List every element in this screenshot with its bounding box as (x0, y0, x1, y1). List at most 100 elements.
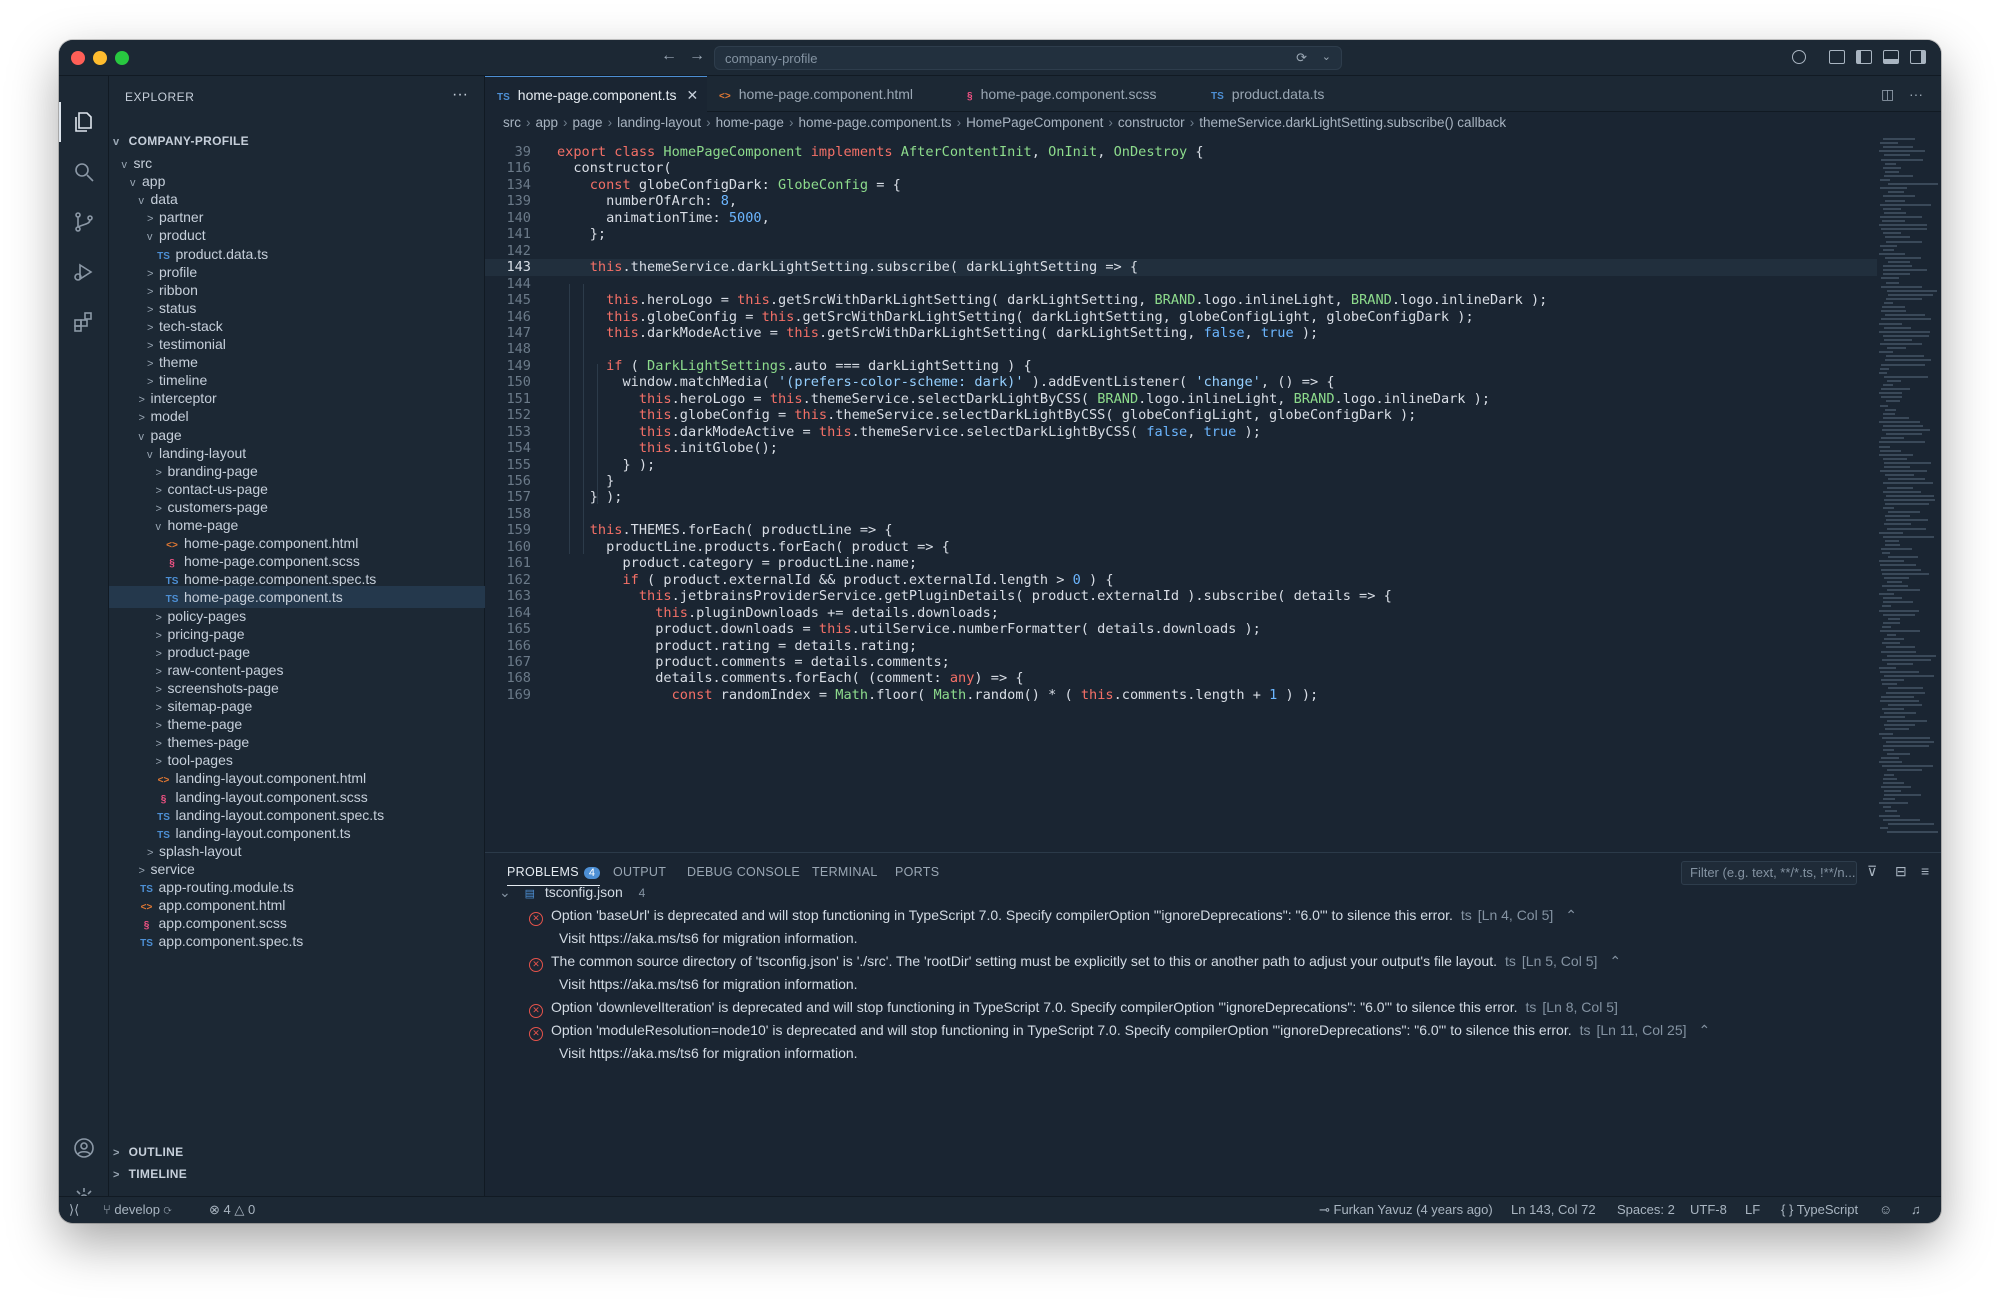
breadcrumb-item[interactable]: HomePageComponent (966, 115, 1103, 130)
collapse-all-icon[interactable]: ⊟ (1895, 863, 1907, 880)
minimize-window-button[interactable] (93, 51, 107, 65)
code-line[interactable]: 164 this.pluginDownloads += details.down… (485, 605, 1877, 621)
source-control-icon[interactable] (72, 210, 96, 234)
tab-debug-console[interactable]: DEBUG CONSOLE (687, 865, 800, 879)
workspace-root[interactable]: v COMPANY-PROFILE (109, 130, 485, 152)
more-actions-icon[interactable]: ··· (452, 86, 468, 104)
tab-home-page-component-ts[interactable]: TS home-page.component.ts ✕ (485, 76, 707, 112)
code-line[interactable]: 149 if ( DarkLightSettings.auto === dark… (485, 358, 1877, 374)
copilot-icon[interactable]: ⟳ (1296, 50, 1307, 66)
code-line[interactable]: 165 product.downloads = this.utilService… (485, 621, 1877, 637)
accounts-icon[interactable] (72, 1136, 96, 1160)
problem-item[interactable]: ✕ The common source directory of 'tsconfi… (529, 950, 1621, 973)
code-line[interactable]: 116 constructor( (485, 160, 1877, 176)
breadcrumb-item[interactable]: landing-layout (617, 115, 701, 130)
code-line[interactable]: 153 this.darkModeActive = this.themeServ… (485, 424, 1877, 440)
run-debug-icon[interactable] (72, 260, 96, 284)
code-line[interactable]: 145 this.heroLogo = this.getSrcWithDarkL… (485, 292, 1877, 308)
close-window-button[interactable] (71, 51, 85, 65)
code-line[interactable]: 157 } ); (485, 489, 1877, 505)
remote-icon[interactable]: ⟩⟨ (69, 1197, 79, 1223)
view-as-list-icon[interactable]: ≡ (1921, 863, 1929, 879)
breadcrumb-item[interactable]: app (536, 115, 559, 130)
problem-item[interactable]: ✕ Option 'moduleResolution=node10' is dep… (529, 1019, 1710, 1042)
maximize-window-button[interactable] (115, 51, 129, 65)
code-line[interactable]: 169 const randomIndex = Math.floor( Math… (485, 687, 1877, 703)
file-item[interactable]: TS app.component.spec.ts (109, 930, 485, 952)
tab-terminal[interactable]: TERMINAL (812, 865, 878, 879)
chevron-down-icon[interactable]: ⌄ (1322, 50, 1331, 63)
sync-icon[interactable]: ⟳ (160, 1202, 172, 1217)
code-line[interactable]: 154 this.initGlobe(); (485, 440, 1877, 456)
outline-section[interactable]: > OUTLINE (109, 1141, 485, 1163)
minimap[interactable] (1877, 134, 1941, 852)
tab-home-page-component-scss[interactable]: § home-page.component.scss (955, 76, 1199, 112)
tab-ports[interactable]: PORTS (895, 865, 939, 879)
breadcrumb-item[interactable]: page (573, 115, 603, 130)
forward-arrow-icon[interactable]: → (689, 47, 705, 65)
tab-product-data-ts[interactable]: TS product.data.ts (1199, 76, 1359, 112)
tab-home-page-component-html[interactable]: <> home-page.component.html (707, 76, 955, 112)
customize-layout-icon[interactable] (1829, 50, 1845, 64)
code-line[interactable]: 155 } ); (485, 457, 1877, 473)
problem-file-row[interactable]: ⌄ ▤ tsconfig.json 4 (499, 881, 645, 904)
timeline-section[interactable]: > TIMELINE (109, 1163, 485, 1185)
git-blame-status[interactable]: ⊸ Furkan Yavuz (4 years ago) (1319, 1197, 1493, 1223)
code-line[interactable]: 166 product.rating = details.rating; (485, 638, 1877, 654)
code-line[interactable]: 150 window.matchMedia( '(prefers-color-s… (485, 374, 1877, 390)
problems-filter-input[interactable]: Filter (e.g. text, **/*.ts, !**/n... (1681, 861, 1857, 885)
problem-item[interactable]: ✕ Option 'downlevelIteration' is deprecat… (529, 996, 1618, 1019)
code-line[interactable]: 139 numberOfArch: 8, (485, 193, 1877, 209)
language-status[interactable]: { } TypeScript (1781, 1197, 1858, 1223)
code-line[interactable]: 146 this.globeConfig = this.getSrcWithDa… (485, 309, 1877, 325)
chevron-up-icon[interactable]: ⌃ (1565, 907, 1577, 923)
code-line[interactable]: 134 const globeConfigDark: GlobeConfig =… (485, 177, 1877, 193)
code-line[interactable]: 148 (485, 341, 1877, 357)
code-line[interactable]: 152 this.globeConfig = this.themeService… (485, 407, 1877, 423)
eol-status[interactable]: LF (1745, 1197, 1760, 1223)
encoding-status[interactable]: UTF-8 (1690, 1197, 1727, 1223)
tab-output[interactable]: OUTPUT (613, 865, 666, 879)
code-line[interactable]: 168 details.comments.forEach( (comment: … (485, 670, 1877, 686)
breadcrumb-item[interactable]: themeService.darkLightSetting.subscribe(… (1199, 115, 1506, 130)
back-arrow-icon[interactable]: ← (661, 47, 677, 65)
more-actions-icon[interactable]: ··· (1909, 86, 1923, 102)
problems-status[interactable]: ⊗ 4 △ 0 (209, 1197, 255, 1223)
code-line[interactable]: 156 } (485, 473, 1877, 489)
command-center-search[interactable]: company-profile ⟳ ⌄ (714, 46, 1342, 70)
split-editor-icon[interactable]: ◫ (1881, 86, 1894, 103)
copilot-status-icon[interactable]: ☺ (1879, 1197, 1892, 1223)
code-line[interactable]: 143 this.themeService.darkLightSetting.s… (485, 259, 1877, 276)
code-line[interactable]: 163 this.jetbrainsProviderService.getPlu… (485, 588, 1877, 604)
breadcrumb-item[interactable]: home-page (716, 115, 784, 130)
code-editor[interactable]: 39 export class HomePageComponent impleme… (485, 134, 1877, 852)
extensions-icon[interactable] (72, 310, 96, 334)
code-line[interactable]: 144 (485, 276, 1877, 292)
branch-status[interactable]: ⑂ develop ⟳ (103, 1197, 171, 1223)
code-line[interactable]: 141 }; (485, 226, 1877, 242)
breadcrumb-item[interactable]: home-page.component.ts (798, 115, 951, 130)
code-line[interactable]: 158 (485, 506, 1877, 522)
cursor-position[interactable]: Ln 143, Col 72 (1511, 1197, 1596, 1223)
indentation-status[interactable]: Spaces: 2 (1617, 1197, 1675, 1223)
code-line[interactable]: 147 this.darkModeActive = this.getSrcWit… (485, 325, 1877, 341)
code-line[interactable]: 159 this.THEMES.forEach( productLine => … (485, 522, 1877, 538)
code-line[interactable]: 160 productLine.products.forEach( produc… (485, 539, 1877, 555)
code-line[interactable]: 161 product.category = productLine.name; (485, 555, 1877, 571)
search-icon[interactable] (72, 160, 96, 184)
code-line[interactable]: 140 animationTime: 5000, (485, 210, 1877, 226)
chevron-up-icon[interactable]: ⌃ (1699, 1022, 1711, 1038)
code-line[interactable]: 39 export class HomePageComponent impleme… (485, 144, 1877, 160)
chevron-up-icon[interactable]: ⌃ (1609, 953, 1621, 969)
code-line[interactable]: 151 this.heroLogo = this.themeService.se… (485, 391, 1877, 407)
code-line[interactable]: 162 if ( product.externalId && product.e… (485, 572, 1877, 588)
notifications-bell-icon[interactable]: ♫ (1911, 1197, 1921, 1223)
problem-item[interactable]: ✕ Option 'baseUrl' is deprecated and will… (529, 904, 1577, 927)
code-line[interactable]: 167 product.comments = details.comments; (485, 654, 1877, 670)
breadcrumb-item[interactable]: constructor (1118, 115, 1185, 130)
explorer-icon[interactable] (72, 110, 96, 134)
close-icon[interactable]: ✕ (687, 87, 699, 103)
accounts-theme-icon[interactable] (1792, 50, 1806, 64)
filter-icon[interactable]: ⊽ (1867, 863, 1877, 880)
toggle-secondary-sidebar-icon[interactable] (1910, 50, 1926, 64)
